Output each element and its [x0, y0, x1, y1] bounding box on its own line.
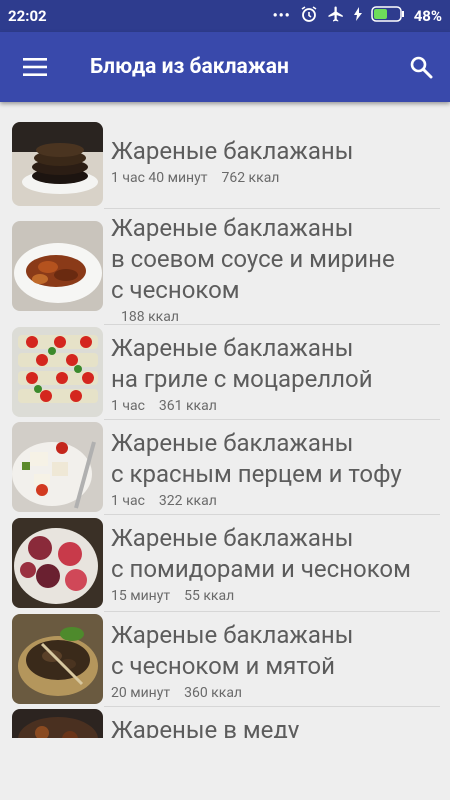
recipe-kcal: 55 ккал — [184, 588, 235, 604]
recipe-title-line: Жареные в меду — [111, 716, 300, 738]
recipe-kcal: 188 ккал — [121, 309, 179, 325]
recipe-image — [12, 327, 103, 417]
alarm-icon — [300, 5, 318, 27]
recipe-item[interactable]: Жареные баклажаны с чесноком и мятой 20 … — [0, 612, 450, 706]
recipe-image — [12, 422, 103, 512]
recipe-title-line: Жареные баклажаны — [111, 524, 354, 552]
recipe-kcal: 322 ккал — [158, 493, 217, 509]
recipe-title-line: Жареные баклажаны — [111, 137, 354, 165]
recipe-title-line: с красным перцем и тофу — [111, 460, 402, 488]
recipe-title-line: с помидорами и чесноком — [111, 555, 411, 583]
recipe-time: 1 час — [111, 398, 145, 414]
recipe-item[interactable]: Жареные в меду — [0, 707, 450, 738]
search-button[interactable] — [392, 32, 450, 102]
recipe-item[interactable]: Жареные баклажаны в соевом соусе и мирин… — [0, 209, 450, 325]
recipe-title-line: Жареные баклажаны — [111, 621, 354, 649]
battery-icon — [370, 6, 405, 26]
search-icon — [410, 56, 433, 79]
recipe-image — [12, 122, 103, 206]
recipe-image — [12, 614, 103, 704]
recipe-time: 20 минут — [111, 685, 171, 701]
recipe-item[interactable]: Жареные баклажаны с красным перцем и тоф… — [0, 420, 450, 514]
battery-level: 48% — [413, 7, 442, 25]
recipe-time: 1 час — [111, 493, 145, 509]
recipe-title-line: с чесноком — [111, 276, 240, 304]
recipe-kcal: 360 ккал — [184, 685, 243, 701]
recipe-title-line: Жареные баклажаны — [111, 429, 354, 457]
hamburger-menu-icon — [23, 58, 47, 76]
recipe-image — [12, 221, 103, 311]
recipe-list: Жареные баклажаны 1 час 40 минут 762 ккал… — [0, 118, 450, 738]
more-notifications-icon: ••• — [272, 8, 291, 24]
recipe-time: 1 час 40 минут — [111, 170, 208, 186]
app-toolbar: Блюда из баклажан — [0, 32, 450, 102]
recipe-title-line: Жареные баклажаны — [111, 214, 354, 242]
recipe-item[interactable]: Жареные баклажаны с помидорами и чесноко… — [0, 515, 450, 611]
recipe-kcal: 762 ккал — [221, 170, 280, 186]
recipe-image — [12, 518, 103, 608]
recipe-title-line: Жареные баклажаны — [111, 334, 354, 362]
recipe-title-line: на гриле с моцареллой — [111, 365, 373, 393]
recipe-item[interactable]: Жареные баклажаны на гриле с моцареллой … — [0, 325, 450, 419]
recipe-image — [12, 709, 103, 738]
recipe-item[interactable]: Жареные баклажаны 1 час 40 минут 762 ккал — [0, 118, 450, 208]
recipe-kcal: 361 ккал — [158, 398, 217, 414]
recipe-title-line: с чесноком и мятой — [111, 652, 335, 680]
recipe-title-line: в соевом соусе и мирине — [111, 245, 395, 273]
airplane-icon — [327, 5, 345, 27]
status-time: 22:02 — [8, 7, 47, 25]
page-title: Блюда из баклажан — [90, 55, 289, 79]
menu-button[interactable] — [0, 32, 70, 102]
recipe-time: 15 минут — [111, 588, 171, 604]
status-bar: 22:02 ••• 48% — [0, 0, 450, 32]
charging-icon — [353, 7, 362, 25]
